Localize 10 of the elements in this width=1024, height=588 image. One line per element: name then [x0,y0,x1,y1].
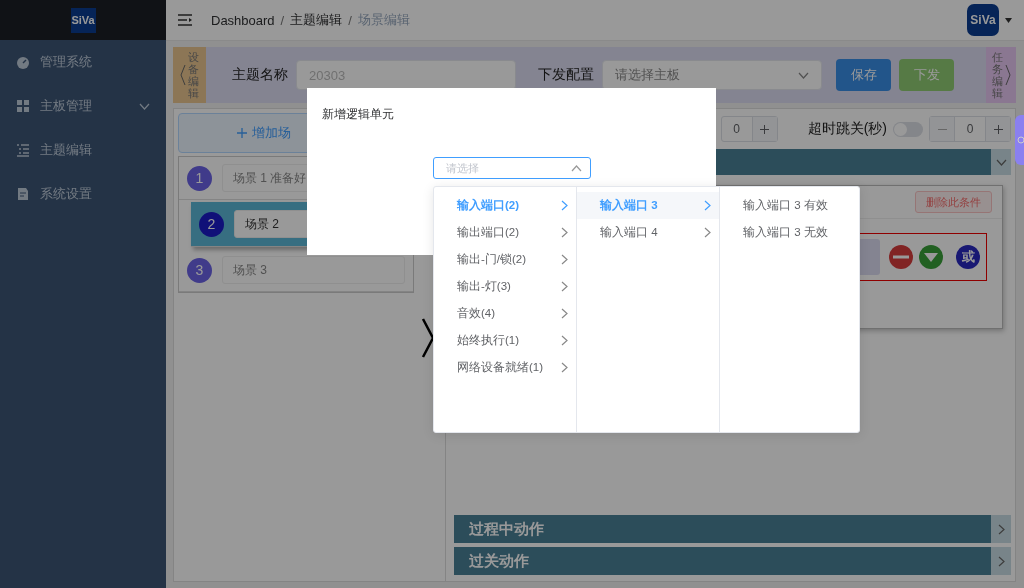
logo: SiVa [70,7,96,33]
timeout-label: 超时跳关(秒) [807,120,887,138]
breadcrumb-separator: / [348,12,352,28]
config-label: 下发配置 [538,66,594,84]
breadcrumb-separator: / [280,12,285,28]
theme-name-label: 主题名称 [232,66,288,84]
dialog-title: 新增逻辑单元 [322,106,395,123]
number-badge: 1 [187,165,212,191]
number-badge: 2 [199,211,224,237]
number-badge: 3 [187,257,212,283]
